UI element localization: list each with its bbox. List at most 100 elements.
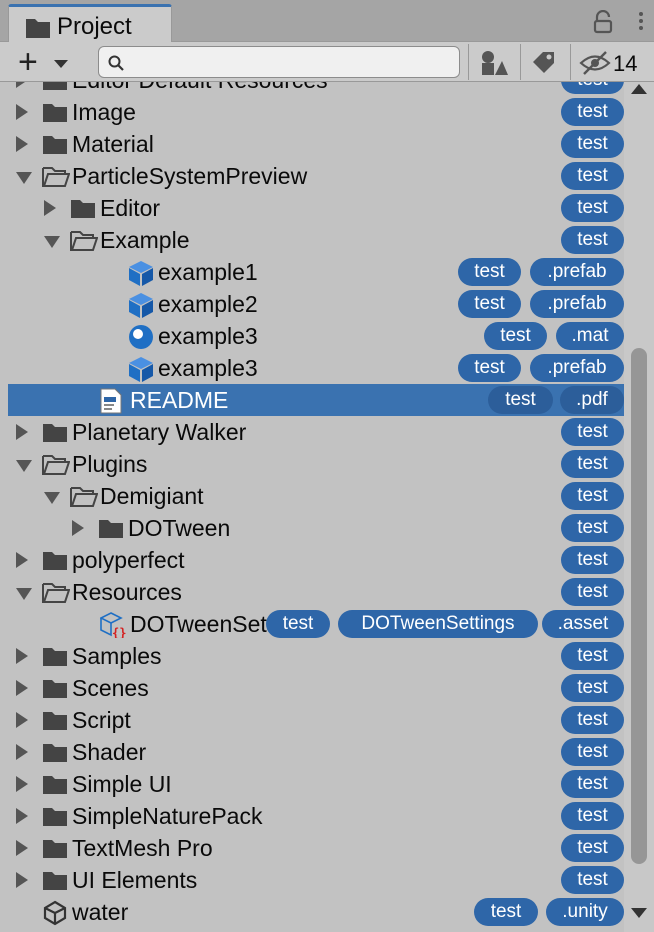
- item-name: Plugins: [72, 451, 148, 477]
- tree-row[interactable]: {} DOTweenSettings test DOTweenSettings .ass…: [8, 608, 624, 640]
- tree-row[interactable]: Example test: [8, 224, 624, 256]
- tree-row[interactable]: Demigiant test: [8, 480, 624, 512]
- folder-icon: [70, 196, 96, 220]
- tree-row[interactable]: Image test: [8, 96, 624, 128]
- search-by-type-button[interactable]: [468, 44, 514, 80]
- tree-row[interactable]: polyperfect test: [8, 544, 624, 576]
- tree-row[interactable]: Script test: [8, 704, 624, 736]
- search-by-label-button[interactable]: [520, 44, 566, 80]
- expand-arrow-right-icon[interactable]: [16, 648, 28, 664]
- item-name: Editor Default Resources: [72, 82, 328, 94]
- create-button[interactable]: +: [18, 45, 74, 79]
- item-name: Script: [72, 707, 131, 733]
- tree-row[interactable]: Editor Default Resources test: [8, 82, 624, 96]
- scroll-thumb[interactable]: [631, 348, 647, 864]
- folder-icon: [42, 708, 68, 732]
- tree-row[interactable]: Material test: [8, 128, 624, 160]
- tree-row[interactable]: SimpleNaturePack test: [8, 800, 624, 832]
- folder-icon: [42, 548, 68, 572]
- expand-arrow-right-icon[interactable]: [44, 200, 56, 216]
- expand-arrow-down-icon[interactable]: [44, 236, 60, 248]
- item-name: example3: [158, 355, 258, 381]
- expand-arrow-down-icon[interactable]: [44, 492, 60, 504]
- label-badge: test: [458, 354, 521, 382]
- tree-row[interactable]: example3 test .mat: [8, 320, 624, 352]
- search-icon: [108, 55, 124, 71]
- folder-icon: [42, 676, 68, 700]
- tree-row[interactable]: Plugins test: [8, 448, 624, 480]
- expand-arrow-right-icon[interactable]: [16, 104, 28, 120]
- tree-row[interactable]: TextMesh Pro test: [8, 832, 624, 864]
- item-name: example2: [158, 291, 258, 317]
- hidden-packages-button[interactable]: 14: [570, 44, 654, 80]
- expand-arrow-right-icon[interactable]: [16, 872, 28, 888]
- item-name: Simple UI: [72, 771, 172, 797]
- item-name: SimpleNaturePack: [72, 803, 263, 829]
- material-sphere-icon: [128, 324, 154, 349]
- label-badge: test: [458, 290, 521, 318]
- expand-arrow-right-icon[interactable]: [72, 520, 84, 536]
- label-badge: test: [561, 226, 624, 254]
- label-badge: test: [561, 706, 624, 734]
- expand-arrow-down-icon[interactable]: [16, 172, 32, 184]
- toolbar: + 14: [0, 42, 654, 82]
- tree-row[interactable]: Simple UI test: [8, 768, 624, 800]
- expand-arrow-right-icon[interactable]: [16, 424, 28, 440]
- tab-label: Project: [57, 13, 132, 40]
- label-badge: test: [561, 162, 624, 190]
- tree-row[interactable]: example2 test .prefab: [8, 288, 624, 320]
- tree-row[interactable]: Samples test: [8, 640, 624, 672]
- eye-slash-icon: [579, 51, 611, 75]
- item-name: Shader: [72, 739, 147, 765]
- label-badge: .mat: [556, 322, 624, 350]
- label-badge: test: [266, 610, 330, 638]
- tree-row[interactable]: Editor test: [8, 192, 624, 224]
- item-name: TextMesh Pro: [72, 835, 213, 861]
- search-field[interactable]: [98, 46, 460, 78]
- hidden-count: 14: [613, 51, 638, 76]
- more-menu-icon[interactable]: [636, 10, 646, 34]
- label-badge: test: [474, 898, 538, 926]
- item-name: Scenes: [72, 675, 149, 701]
- tree-row[interactable]: ParticleSystemPreview test: [8, 160, 624, 192]
- expand-arrow-right-icon[interactable]: [16, 840, 28, 856]
- label-badge: .prefab: [530, 290, 624, 318]
- scroll-down-arrow-icon[interactable]: [631, 908, 647, 918]
- expand-arrow-down-icon[interactable]: [16, 460, 32, 472]
- tree-row[interactable]: DOTween test: [8, 512, 624, 544]
- expand-arrow-right-icon[interactable]: [16, 776, 28, 792]
- tree-row[interactable]: README test .pdf: [8, 384, 624, 416]
- expand-arrow-right-icon[interactable]: [16, 552, 28, 568]
- vertical-scrollbar[interactable]: [624, 82, 654, 932]
- tree-row[interactable]: example3 test .prefab: [8, 352, 624, 384]
- expand-arrow-right-icon[interactable]: [16, 808, 28, 824]
- label-badge: .pdf: [560, 386, 624, 414]
- expand-arrow-right-icon[interactable]: [16, 712, 28, 728]
- expand-arrow-right-icon[interactable]: [16, 82, 28, 88]
- folder-icon: [42, 804, 68, 828]
- scroll-up-arrow-icon[interactable]: [631, 84, 647, 94]
- tree-row[interactable]: Planetary Walker test: [8, 416, 624, 448]
- folder-icon: [42, 100, 68, 124]
- tree-row[interactable]: Scenes test: [8, 672, 624, 704]
- tab-project[interactable]: Project: [8, 4, 172, 43]
- expand-arrow-right-icon[interactable]: [16, 744, 28, 760]
- item-name: Image: [72, 99, 136, 125]
- tree-row[interactable]: Resources test: [8, 576, 624, 608]
- expand-arrow-right-icon[interactable]: [16, 680, 28, 696]
- project-tree: Editor Default ResourcestestImagetestMat…: [8, 82, 624, 930]
- item-name: README: [130, 387, 229, 413]
- tree-row[interactable]: Shader test: [8, 736, 624, 768]
- expand-arrow-down-icon[interactable]: [16, 588, 32, 600]
- expand-arrow-right-icon[interactable]: [16, 136, 28, 152]
- folder-open-icon: [70, 228, 99, 252]
- tree-row[interactable]: example1 test .prefab: [8, 256, 624, 288]
- lock-icon[interactable]: [592, 10, 614, 34]
- search-input[interactable]: [129, 49, 449, 75]
- label-badge: DOTweenSettings: [338, 610, 538, 638]
- item-name: water: [72, 899, 129, 925]
- item-name: example3: [158, 323, 258, 349]
- tree-row[interactable]: UI Elements test: [8, 864, 624, 896]
- label-badge: test: [561, 482, 624, 510]
- tree-row[interactable]: water test .unity: [8, 896, 624, 928]
